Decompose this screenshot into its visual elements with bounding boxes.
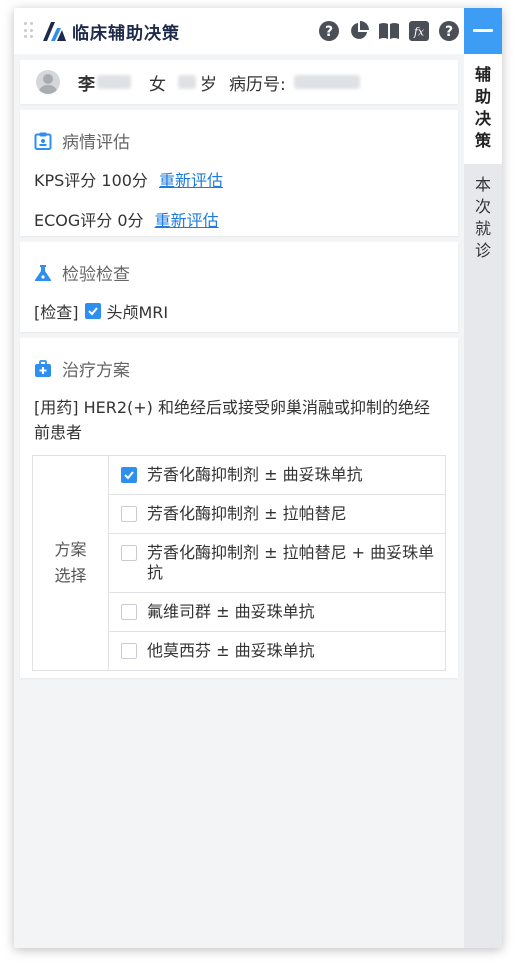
patient-surname: 李 [78,74,95,95]
side-tab-bar: 辅 助 决 策 本 次 就 诊 [464,54,502,948]
ecog-reassess-link[interactable]: 重新评估 [155,211,219,230]
treatment-header: 治疗方案 [20,338,458,381]
app-logo-icon [43,22,66,41]
title-bar: 临床辅助决策 ? fx ? [14,8,464,54]
plan-option-checkbox[interactable] [121,545,137,561]
svg-text:?: ? [445,24,453,40]
main-content: 李 女 岁 病历号: 病情评估 KPS评分 100分 重新评估 ECOG评分 0… [14,54,464,948]
exam-item-row: [检查] 头颅MRI [20,299,458,323]
collapse-button[interactable] [464,8,502,54]
minus-icon [473,29,493,32]
plan-option-label: 他莫西芬 ± 曲妥珠单抗 [147,641,315,660]
plan-option[interactable]: 他莫西芬 ± 曲妥珠单抗 [109,632,445,670]
plan-choice-label: 方案 选择 [33,456,109,670]
avatar [36,70,60,94]
plan-option-checkbox[interactable] [121,467,137,483]
exam-item-label: 头颅MRI [106,303,169,322]
check-icon [87,307,98,316]
plan-option-checkbox[interactable] [121,643,137,659]
pie-chart-icon[interactable] [348,20,370,42]
plan-option-label: 氟维司群 ± 曲妥珠单抗 [147,602,315,621]
treatment-card: 治疗方案 [用药] HER2(+) 和绝经后或接受卵巢消融或抑制的绝经前患者 方… [20,338,458,678]
drug-indication: [用药] HER2(+) 和绝经后或接受卵巢消融或抑制的绝经前患者 [34,398,430,442]
plan-option[interactable]: 芳香化酶抑制剂 ± 拉帕替尼 + 曲妥珠单抗 [109,534,445,593]
exam-item-checkbox[interactable] [84,303,101,319]
plan-choice-table: 方案 选择 芳香化酶抑制剂 ± 曲妥珠单抗 芳香化酶抑制剂 ± 拉帕替尼 芳香化… [32,455,446,671]
tab-current-visit[interactable]: 本 次 就 诊 [464,164,502,272]
patient-age-suffix: 岁 [200,74,217,95]
plan-option-checkbox[interactable] [121,506,137,522]
treatment-title: 治疗方案 [62,361,130,381]
flask-icon [34,264,52,281]
assessment-header: 病情评估 [20,110,458,153]
plan-option-label: 芳香化酶抑制剂 ± 曲妥珠单抗 [147,465,363,484]
exam-card: 检验检查 [检查] 头颅MRI [20,242,458,332]
tab-current-visit-label: 本 次 就 诊 [474,175,491,260]
kps-row: KPS评分 100分 重新评估 [20,167,458,191]
plan-options: 芳香化酶抑制剂 ± 曲妥珠单抗 芳香化酶抑制剂 ± 拉帕替尼 芳香化酶抑制剂 ±… [109,456,445,670]
plan-option-label: 芳香化酶抑制剂 ± 拉帕替尼 [147,504,347,523]
exam-title: 检验检查 [62,265,130,285]
redacted-record-number [293,75,360,89]
patient-gender: 女 [149,74,166,95]
kps-reassess-link[interactable]: 重新评估 [159,171,223,190]
svg-text:fx: fx [413,26,425,39]
clipboard-icon [34,132,52,150]
plan-option[interactable]: 芳香化酶抑制剂 ± 拉帕替尼 [109,495,445,534]
tab-decision-support[interactable]: 辅 助 决 策 [464,54,502,164]
kps-score: KPS评分 100分 [34,171,148,190]
ecog-row: ECOG评分 0分 重新评估 [20,207,458,231]
plan-option[interactable]: 氟维司群 ± 曲妥珠单抗 [109,593,445,632]
medical-kit-icon [35,359,51,377]
decision-support-window: 临床辅助决策 ? fx ? 辅 助 决 策 本 次 就 诊 李 女 岁 病历号:… [14,8,502,948]
patient-info-bar: 李 女 岁 病历号: [20,60,458,104]
check-icon [124,471,134,480]
redacted-name [97,75,131,89]
exam-tag: [检查] [34,303,79,322]
record-number-label: 病历号: [229,74,286,95]
redacted-age [178,75,196,89]
plan-option[interactable]: 芳香化酶抑制剂 ± 曲妥珠单抗 [109,456,445,495]
assessment-card: 病情评估 KPS评分 100分 重新评估 ECOG评分 0分 重新评估 [20,110,458,236]
toolbar: ? fx ? [318,20,460,42]
formula-icon[interactable]: fx [408,20,430,42]
assessment-title: 病情评估 [62,133,130,153]
tab-decision-support-label: 辅 助 决 策 [474,65,491,150]
plan-option-checkbox[interactable] [121,604,137,620]
app-title: 临床辅助决策 [72,23,180,44]
ecog-score: ECOG评分 0分 [34,211,144,230]
help-icon[interactable]: ? [318,20,340,42]
question-icon[interactable]: ? [438,20,460,42]
exam-header: 检验检查 [20,242,458,285]
book-icon[interactable] [378,20,400,42]
drag-handle-icon[interactable] [24,22,34,40]
svg-text:?: ? [325,24,333,40]
plan-option-label: 芳香化酶抑制剂 ± 拉帕替尼 + 曲妥珠单抗 [147,543,435,582]
